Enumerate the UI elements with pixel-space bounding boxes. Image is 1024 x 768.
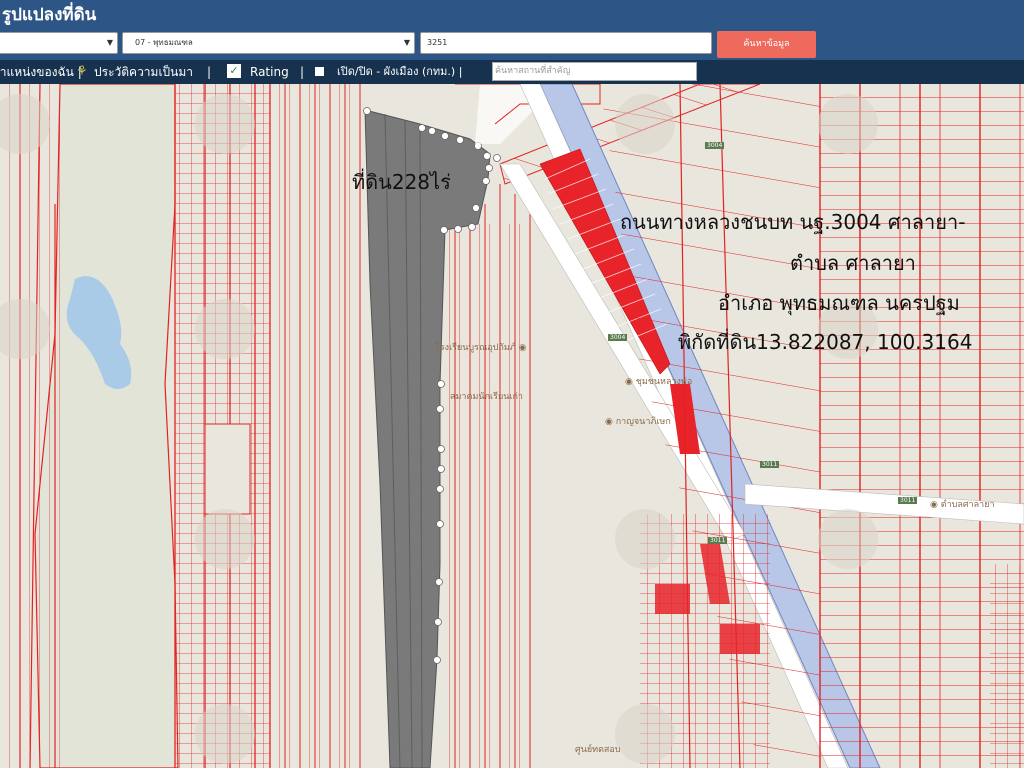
- info-coordinates: พิกัดที่ดิน13.822087, 100.3164: [678, 330, 973, 354]
- page-title-text: รูปแปลงที่ดิน: [2, 5, 97, 25]
- info-subdistrict: ตำบล ศาลายา: [790, 251, 916, 275]
- zoning-label: เปิด/ปิด - ผังเมือง (กทม.) |: [337, 65, 463, 78]
- poi-label: สมาคมนักเรียนเก่า: [450, 392, 523, 402]
- chevron-down-icon: ▼: [106, 38, 113, 47]
- open-parcel: [204, 423, 251, 515]
- toolbar-divider: |: [207, 65, 212, 79]
- road-number-badge: 3011: [898, 497, 918, 504]
- poi-label: ◉ ตำบลศาลายา: [930, 500, 995, 510]
- road-number-badge: 3011: [760, 461, 780, 468]
- parcel-size-label: ที่ดิน228ไร่: [352, 170, 451, 194]
- parcel-grid-west: [0, 84, 60, 768]
- cadastral-map: [0, 84, 1024, 768]
- poi-label: โรงเรียนบูรณอุปถัมภ์ ◉: [435, 343, 527, 353]
- road-number-badge: 3011: [708, 537, 728, 544]
- parcel-number-value: 3251: [427, 38, 448, 47]
- district-select-value: 07 - พุทธมณฑล: [135, 38, 193, 47]
- search-button[interactable]: ค้นหาข้อมูล: [717, 31, 816, 58]
- place-search-input[interactable]: ค้นหาสถานที่สำคัญ: [492, 62, 697, 81]
- chevron-down-icon: ▼: [403, 38, 410, 47]
- parcel-grid-center-east: [445, 224, 535, 768]
- parcel-grid-center-west: [270, 84, 365, 768]
- land-parcel-app: รูปแปลงที่ดิน ▼ 07 - พุทธมณฑล ▼ 3251 ค้น…: [0, 0, 1024, 768]
- parcel-grid-se: [990, 564, 1024, 768]
- page-title: รูปแปลงที่ดิน: [0, 0, 1024, 30]
- toolbar-divider: |: [300, 65, 305, 79]
- info-district: อำเภอ พุทธมณฑล นครปฐม: [718, 291, 960, 315]
- search-form: ▼ 07 - พุทธมณฑล ▼ 3251 ค้นหาข้อมูล: [0, 30, 1024, 60]
- history-link[interactable]: ประวัติความเป็นมา: [94, 60, 193, 84]
- map-canvas[interactable]: 3004 3004 3011 3011 3011 โรงเรียนบูรณอุป…: [0, 84, 1024, 768]
- poi-label: ◉ กาญจนาภิเษก: [605, 417, 671, 427]
- rating-checkbox[interactable]: ✓: [227, 64, 241, 78]
- parcel-number-input[interactable]: 3251: [420, 32, 712, 54]
- my-location-link[interactable]: ตำแหน่งของฉัน |: [0, 60, 82, 84]
- map-toolbar: ตำแหน่งของฉัน | ⚘ ประวัติความเป็นมา | ✓ …: [0, 60, 1024, 84]
- road-number-badge: 3004: [705, 142, 725, 149]
- province-select[interactable]: ▼: [0, 32, 118, 54]
- sprout-icon: ⚘: [76, 64, 88, 79]
- rating-label: Rating: [250, 65, 289, 79]
- poi-label: ศูนย์ทดสอบ: [575, 745, 621, 755]
- info-road: ถนนทางหลวงชนบท นฐ.3004 ศาลายา-: [620, 210, 966, 234]
- zoning-checkbox[interactable]: [315, 67, 324, 76]
- poi-label: ◉ ชุมชนหลวงพ่อ: [625, 377, 693, 387]
- road-number-badge: 3004: [608, 334, 628, 341]
- district-select[interactable]: 07 - พุทธมณฑล ▼: [122, 32, 415, 54]
